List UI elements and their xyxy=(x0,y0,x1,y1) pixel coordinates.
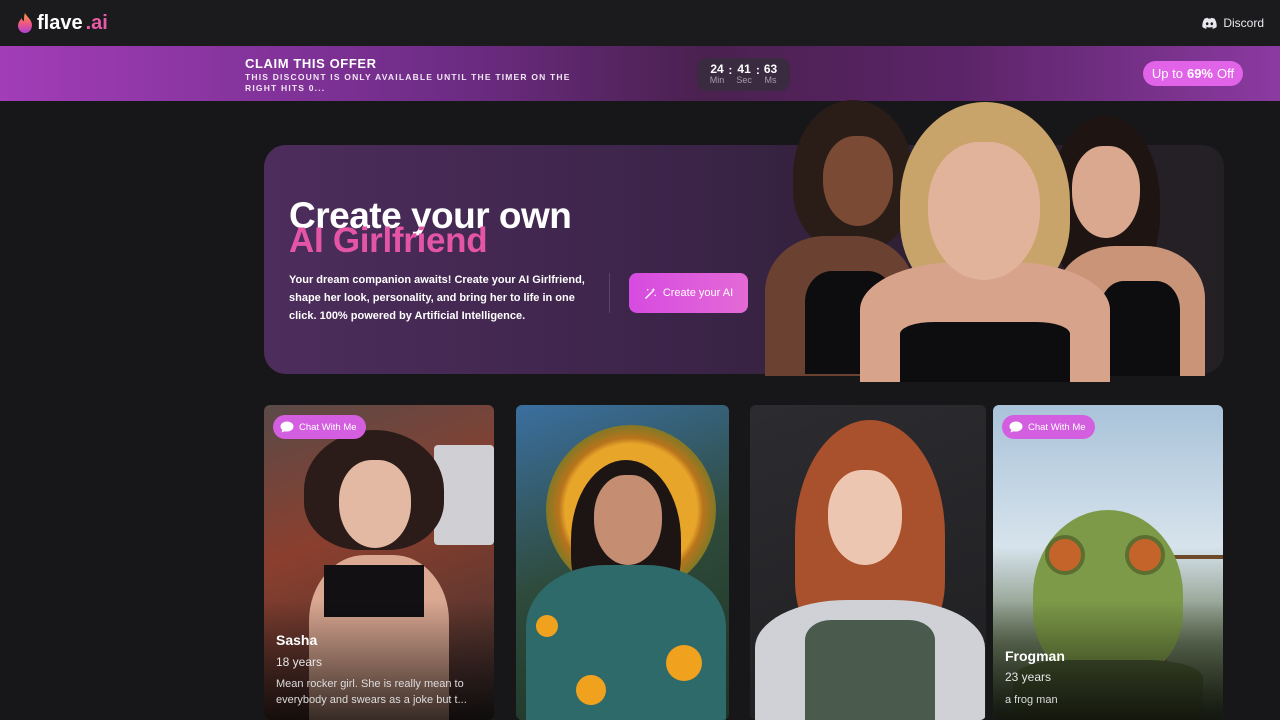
sunflower-icon xyxy=(666,645,702,681)
card-description: Mean rocker girl. She is really mean to … xyxy=(276,678,467,706)
timer-separator: : xyxy=(728,62,733,77)
create-ai-button[interactable]: Create your AI xyxy=(629,273,748,313)
timer-minutes: 24 Min xyxy=(709,62,725,85)
character-card[interactable]: Chat With Me Frogman 23 years a frog man xyxy=(993,405,1223,720)
character-card[interactable] xyxy=(750,405,986,720)
offer-text: CLAIM THIS OFFER THIS DISCOUNT IS ONLY A… xyxy=(245,56,605,94)
brand-suffix: .ai xyxy=(85,11,108,34)
card-description: a frog man xyxy=(1005,694,1058,706)
sunflower-icon xyxy=(536,615,558,637)
offer-banner[interactable]: CLAIM THIS OFFER THIS DISCOUNT IS ONLY A… xyxy=(0,46,1280,101)
timer-separator: : xyxy=(755,62,760,77)
discord-label: Discord xyxy=(1223,16,1264,30)
brand-logo[interactable]: flave .ai xyxy=(16,12,108,35)
offer-subtitle: THIS DISCOUNT IS ONLY AVAILABLE UNTIL TH… xyxy=(245,72,571,93)
discount-value: 69% xyxy=(1186,66,1213,81)
discord-link[interactable]: Discord xyxy=(1202,16,1264,30)
timer-seconds: 41 Sec xyxy=(736,62,752,85)
card-portrait-body xyxy=(526,565,726,720)
top-nav: flave .ai Discord xyxy=(0,0,1280,46)
countdown-timer: 24 Min : 41 Sec : 63 Ms xyxy=(697,58,790,91)
hero-divider xyxy=(609,273,610,313)
character-card[interactable] xyxy=(516,405,729,720)
offer-title: CLAIM THIS OFFER xyxy=(245,56,377,71)
card-frog-eye xyxy=(1045,535,1085,575)
card-portrait-top xyxy=(805,620,935,720)
card-age: 23 years xyxy=(1005,670,1052,684)
timer-milliseconds: 63 Ms xyxy=(763,62,778,85)
magic-wand-icon xyxy=(644,287,656,299)
card-frog-eye xyxy=(1125,535,1165,575)
discount-button[interactable]: Up to 69% Off xyxy=(1143,61,1243,86)
character-card[interactable]: Chat With Me Sasha 18 years Mean rocker … xyxy=(264,405,494,720)
discord-icon xyxy=(1202,17,1218,29)
card-portrait-face xyxy=(594,475,662,565)
hero-description: Your dream companion awaits! Create your… xyxy=(289,274,585,322)
card-name: Sasha xyxy=(276,632,318,648)
hero-title-accent: AI Girlfriend xyxy=(289,221,488,260)
brand-name: flave xyxy=(37,11,83,34)
card-portrait-face xyxy=(828,470,902,565)
sunflower-icon xyxy=(576,675,606,705)
chat-bubble-icon xyxy=(1009,421,1023,433)
card-name: Frogman xyxy=(1005,648,1065,664)
chat-with-me-button[interactable]: Chat With Me xyxy=(1002,415,1095,439)
create-ai-label: Create your AI xyxy=(662,287,734,299)
card-age: 18 years xyxy=(276,655,323,669)
chat-bubble-icon xyxy=(280,421,294,433)
chat-with-me-button[interactable]: Chat With Me xyxy=(273,415,366,439)
hero-portraits-image xyxy=(760,96,1230,382)
flame-icon xyxy=(18,13,32,33)
card-portrait-face xyxy=(339,460,411,548)
